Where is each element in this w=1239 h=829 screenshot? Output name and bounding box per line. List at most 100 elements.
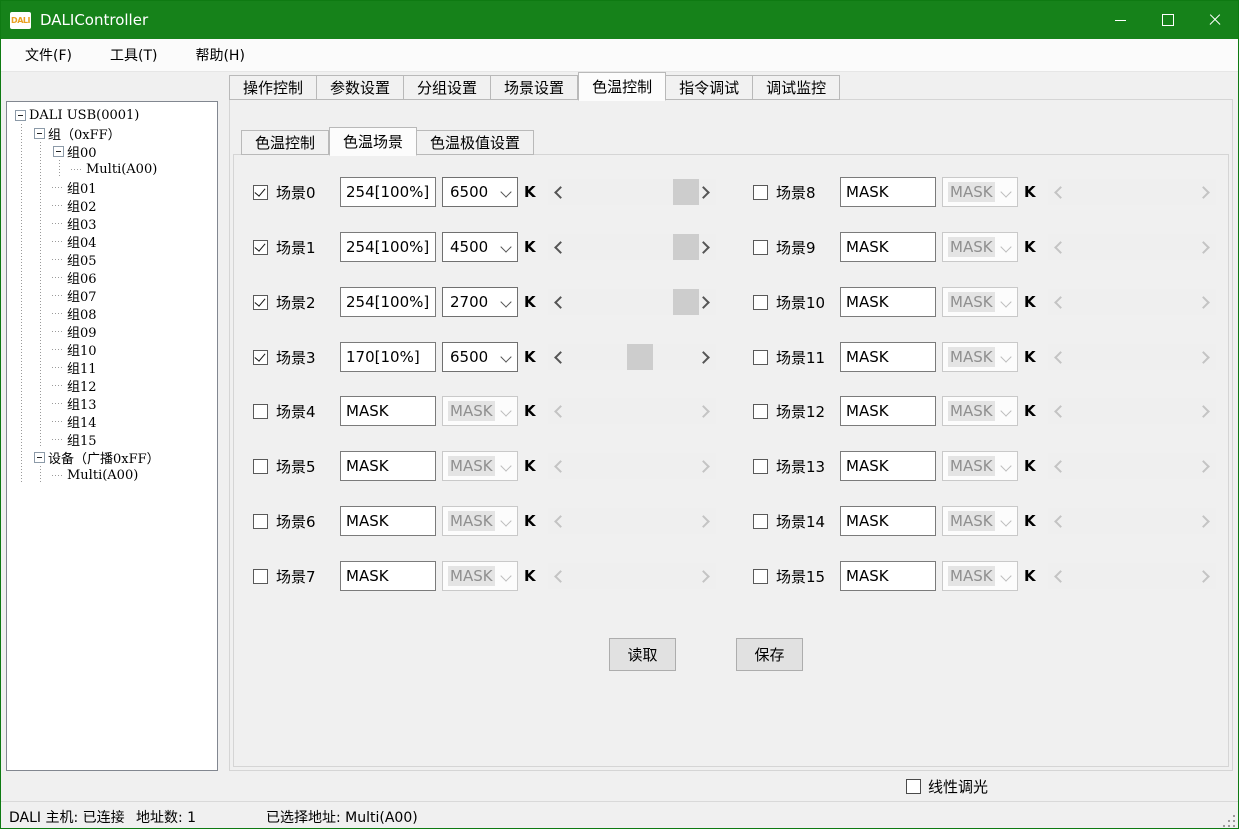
scene-checkbox[interactable] — [253, 240, 268, 255]
tab-操作控制[interactable]: 操作控制 — [229, 75, 317, 100]
scene-level-input[interactable] — [840, 506, 936, 536]
collapse-icon[interactable] — [15, 110, 26, 121]
tab-调试监控[interactable]: 调试监控 — [753, 75, 840, 100]
tree-item[interactable]: 组05 — [7, 250, 217, 268]
tab-色温控制[interactable]: 色温控制 — [578, 72, 666, 101]
tree-item[interactable]: 组04 — [7, 232, 217, 250]
scene-checkbox[interactable] — [253, 295, 268, 310]
scene-checkbox[interactable] — [253, 185, 268, 200]
scene-level-input[interactable] — [840, 232, 936, 262]
scene-temp-select[interactable]: MASK — [942, 287, 1018, 317]
scene-temp-select[interactable]: 6500 — [442, 342, 518, 372]
scroll-right-arrow-icon[interactable] — [697, 296, 710, 309]
scene-checkbox[interactable] — [753, 240, 768, 255]
scene-checkbox[interactable] — [753, 295, 768, 310]
scene-checkbox[interactable] — [753, 404, 768, 419]
scene-checkbox[interactable] — [253, 569, 268, 584]
scroll-right-arrow-icon[interactable] — [697, 351, 710, 364]
scene-temp-select[interactable]: MASK — [942, 506, 1018, 536]
tree-item[interactable]: 组11 — [7, 358, 217, 376]
tree-item[interactable]: 组08 — [7, 304, 217, 322]
scene-checkbox[interactable] — [253, 459, 268, 474]
scene-temp-scrollbar[interactable] — [548, 344, 716, 370]
tree-item[interactable]: 组03 — [7, 214, 217, 232]
read-button[interactable]: 读取 — [609, 638, 676, 671]
scroll-left-arrow-icon[interactable] — [554, 241, 567, 254]
save-button[interactable]: 保存 — [736, 638, 803, 671]
tree-item[interactable]: 组14 — [7, 412, 217, 430]
tree-item[interactable]: Multi(A00) — [7, 160, 217, 178]
scene-level-input[interactable] — [340, 232, 436, 262]
scene-temp-select[interactable]: MASK — [942, 232, 1018, 262]
tree-item[interactable]: 组12 — [7, 376, 217, 394]
scene-checkbox[interactable] — [753, 185, 768, 200]
scene-checkbox[interactable] — [753, 514, 768, 529]
scene-level-input[interactable] — [840, 396, 936, 426]
scene-temp-select[interactable]: 2700 — [442, 287, 518, 317]
scene-temp-select[interactable]: MASK — [942, 561, 1018, 591]
scene-temp-select[interactable]: MASK — [442, 561, 518, 591]
scroll-left-arrow-icon[interactable] — [554, 351, 567, 364]
tab-色温极值设置[interactable]: 色温极值设置 — [417, 130, 534, 155]
collapse-icon[interactable] — [34, 452, 45, 463]
scene-checkbox[interactable] — [753, 569, 768, 584]
scene-temp-scrollbar[interactable] — [548, 234, 716, 260]
tab-分组设置[interactable]: 分组设置 — [404, 75, 491, 100]
scene-level-input[interactable] — [340, 342, 436, 372]
menu-item-2[interactable]: 帮助(H) — [183, 39, 256, 71]
scene-temp-select[interactable]: MASK — [942, 396, 1018, 426]
scene-level-input[interactable] — [840, 287, 936, 317]
scene-checkbox[interactable] — [253, 404, 268, 419]
tree-item[interactable]: Multi(A00) — [7, 466, 217, 484]
scene-temp-scrollbar[interactable] — [548, 289, 716, 315]
scene-checkbox[interactable] — [753, 459, 768, 474]
tree-item[interactable]: 组13 — [7, 394, 217, 412]
tab-场景设置[interactable]: 场景设置 — [491, 75, 578, 100]
scene-temp-select[interactable]: MASK — [942, 451, 1018, 481]
tab-色温场景[interactable]: 色温场景 — [329, 127, 417, 156]
scene-level-input[interactable] — [840, 451, 936, 481]
scroll-right-arrow-icon[interactable] — [697, 186, 710, 199]
tree-item[interactable]: 组00 — [7, 142, 217, 160]
tree-item[interactable]: 组10 — [7, 340, 217, 358]
scene-level-input[interactable] — [340, 561, 436, 591]
scene-level-input[interactable] — [840, 561, 936, 591]
scene-temp-select[interactable]: MASK — [942, 342, 1018, 372]
menu-item-1[interactable]: 工具(T) — [98, 39, 169, 71]
tree-item[interactable]: 组06 — [7, 268, 217, 286]
scene-level-input[interactable] — [340, 177, 436, 207]
scene-checkbox[interactable] — [253, 350, 268, 365]
tree-item[interactable]: 组（0xFF） — [7, 124, 217, 142]
scrollbar-thumb[interactable] — [627, 344, 653, 370]
maximize-button[interactable] — [1144, 1, 1191, 39]
scene-level-input[interactable] — [340, 451, 436, 481]
scene-temp-select[interactable]: 6500 — [442, 177, 518, 207]
scene-level-input[interactable] — [340, 396, 436, 426]
scene-temp-select[interactable]: MASK — [442, 451, 518, 481]
scene-temp-select[interactable]: MASK — [942, 177, 1018, 207]
tree-item[interactable]: 组09 — [7, 322, 217, 340]
menu-item-0[interactable]: 文件(F) — [13, 39, 84, 71]
scroll-left-arrow-icon[interactable] — [554, 186, 567, 199]
close-button[interactable] — [1191, 1, 1238, 39]
scene-temp-select[interactable]: MASK — [442, 396, 518, 426]
tree-item[interactable]: 组07 — [7, 286, 217, 304]
resize-grip[interactable] — [1222, 814, 1235, 827]
scene-temp-select[interactable]: MASK — [442, 506, 518, 536]
scrollbar-thumb[interactable] — [673, 234, 699, 260]
minimize-button[interactable] — [1097, 1, 1144, 39]
scene-level-input[interactable] — [340, 287, 436, 317]
scene-checkbox[interactable] — [753, 350, 768, 365]
scroll-left-arrow-icon[interactable] — [554, 296, 567, 309]
tree-item[interactable]: 组15 — [7, 430, 217, 448]
tab-指令调试[interactable]: 指令调试 — [666, 75, 753, 100]
scroll-right-arrow-icon[interactable] — [697, 241, 710, 254]
linear-dimming-checkbox[interactable]: 线性调光 — [906, 776, 988, 797]
collapse-icon[interactable] — [34, 128, 45, 139]
scene-checkbox[interactable] — [253, 514, 268, 529]
tab-参数设置[interactable]: 参数设置 — [317, 75, 404, 100]
scrollbar-thumb[interactable] — [673, 289, 699, 315]
collapse-icon[interactable] — [53, 146, 64, 157]
scene-temp-select[interactable]: 4500 — [442, 232, 518, 262]
tree-item[interactable]: 组01 — [7, 178, 217, 196]
